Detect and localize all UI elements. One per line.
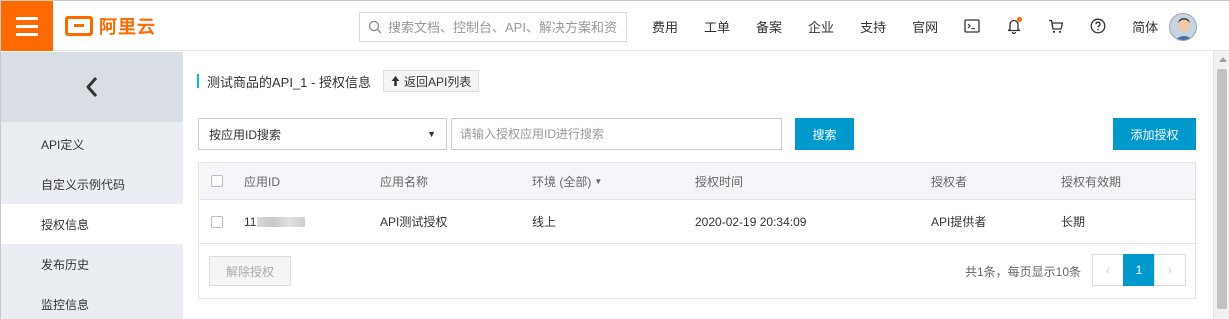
validity-cell: 长期 (1061, 215, 1086, 229)
auth-time-cell: 2020-02-19 20:34:09 (695, 214, 807, 229)
global-search[interactable] (359, 12, 627, 42)
menu-line (16, 16, 38, 20)
main-content: 测试商品的API_1 - 授权信息 返回API列表 按应用ID搜索 ▼ 搜索 添… (183, 52, 1213, 319)
dropdown-caret-icon: ▼ (427, 129, 436, 139)
logo-icon (65, 16, 93, 36)
nav-icp[interactable]: 备案 (743, 17, 795, 36)
sidebar-item-monitoring-info[interactable]: 监控信息 (1, 284, 183, 319)
sidebar-item-authorization-info[interactable]: 授权信息 (1, 204, 183, 244)
page-header: 测试商品的API_1 - 授权信息 返回API列表 (197, 70, 480, 92)
pagination: ‹ 1 › (1092, 254, 1186, 286)
header-app-id: 应用ID (244, 174, 281, 189)
sidebar-item-custom-sample-code[interactable]: 自定义示例代码 (1, 164, 183, 204)
sidebar: API定义 自定义示例代码 授权信息 发布历史 监控信息 (1, 52, 183, 319)
logo-text: 阿里云 (99, 17, 156, 37)
aliyun-logo[interactable]: 阿里云 (65, 14, 156, 38)
filter-caret-icon[interactable]: ▼ (594, 177, 602, 186)
next-page-button[interactable]: › (1154, 254, 1186, 286)
nav-support[interactable]: 支持 (847, 17, 899, 36)
header-app-name: 应用名称 (380, 174, 429, 189)
avatar[interactable] (1169, 13, 1197, 41)
pagination-info: 共1条，每页显示10条 (965, 264, 1082, 279)
bell-icon[interactable] (993, 1, 1035, 51)
top-nav: 费用 工单 备案 企业 支持 官网 简体 (639, 1, 1171, 51)
header-grantor: 授权者 (931, 174, 968, 189)
page-button-current[interactable]: 1 (1123, 254, 1155, 286)
nav-fee[interactable]: 费用 (639, 17, 691, 36)
environment-cell: 线上 (532, 215, 557, 229)
title-accent-bar (197, 74, 199, 88)
scrollbar-thumb[interactable] (1217, 69, 1227, 309)
menu-icon[interactable] (1, 1, 53, 51)
help-icon[interactable] (1077, 1, 1119, 51)
header-validity: 授权有效期 (1061, 174, 1122, 189)
search-type-select[interactable]: 按应用ID搜索 ▼ (198, 118, 447, 150)
back-to-api-list-button[interactable]: 返回API列表 (382, 70, 480, 92)
language-switch[interactable]: 简体 (1119, 17, 1171, 36)
top-bar: 阿里云 费用 工单 备案 企业 支持 官网 简体 (1, 1, 1229, 51)
search-input[interactable] (388, 19, 618, 35)
masked-app-id (257, 216, 306, 227)
upload-arrow-icon (391, 76, 400, 86)
header-environment[interactable]: 环境 (全部) ▼ (532, 163, 602, 199)
authorization-table: 应用ID 应用名称 环境 (全部) ▼ 授权时间 授权者 授权有效期 11 AP… (198, 162, 1196, 299)
chevron-left-icon (86, 77, 98, 97)
select-all-checkbox[interactable] (211, 175, 223, 187)
nav-enterprise[interactable]: 企业 (795, 17, 847, 36)
sidebar-item-api-definition[interactable]: API定义 (1, 124, 183, 164)
search-icon (368, 20, 382, 34)
menu-line (16, 24, 38, 28)
page-title: 测试商品的API_1 - 授权信息 (207, 74, 371, 90)
header-environment-label: 环境 (全部) (532, 174, 592, 189)
grantor-cell: API提供者 (931, 215, 987, 229)
app-id-search-input[interactable] (451, 118, 782, 150)
revoke-authorization-button[interactable]: 解除授权 (209, 256, 291, 286)
nav-official-site[interactable]: 官网 (899, 17, 951, 36)
app-id-value: 11 (244, 214, 257, 229)
menu-line (16, 32, 38, 36)
select-value: 按应用ID搜索 (209, 127, 282, 142)
terminal-icon[interactable] (951, 1, 993, 51)
app-name-cell: API测试授权 (380, 215, 448, 229)
table-header: 应用ID 应用名称 环境 (全部) ▼ 授权时间 授权者 授权有效期 (199, 163, 1195, 200)
back-button-label: 返回API列表 (403, 74, 472, 89)
scroll-up-icon[interactable] (1214, 51, 1229, 68)
prev-page-button[interactable]: ‹ (1092, 254, 1124, 286)
nav-ticket[interactable]: 工单 (691, 17, 743, 36)
row-checkbox[interactable] (211, 215, 223, 228)
table-footer: 解除授权 共1条，每页显示10条 ‹ 1 › (199, 244, 1195, 298)
sidebar-menu: API定义 自定义示例代码 授权信息 发布历史 监控信息 (1, 122, 183, 319)
vertical-scrollbar[interactable] (1213, 51, 1229, 319)
app-id-cell: 11 (244, 200, 306, 243)
cart-icon[interactable] (1035, 1, 1077, 51)
header-auth-time: 授权时间 (695, 174, 744, 189)
collapse-sidebar-button[interactable] (1, 52, 183, 122)
search-button[interactable]: 搜索 (795, 118, 854, 150)
sidebar-item-publish-history[interactable]: 发布历史 (1, 244, 183, 284)
add-authorization-button[interactable]: 添加授权 (1113, 118, 1196, 150)
table-row: 11 API测试授权 线上 2020-02-19 20:34:09 API提供者… (199, 200, 1195, 244)
notification-dot (1017, 17, 1023, 22)
